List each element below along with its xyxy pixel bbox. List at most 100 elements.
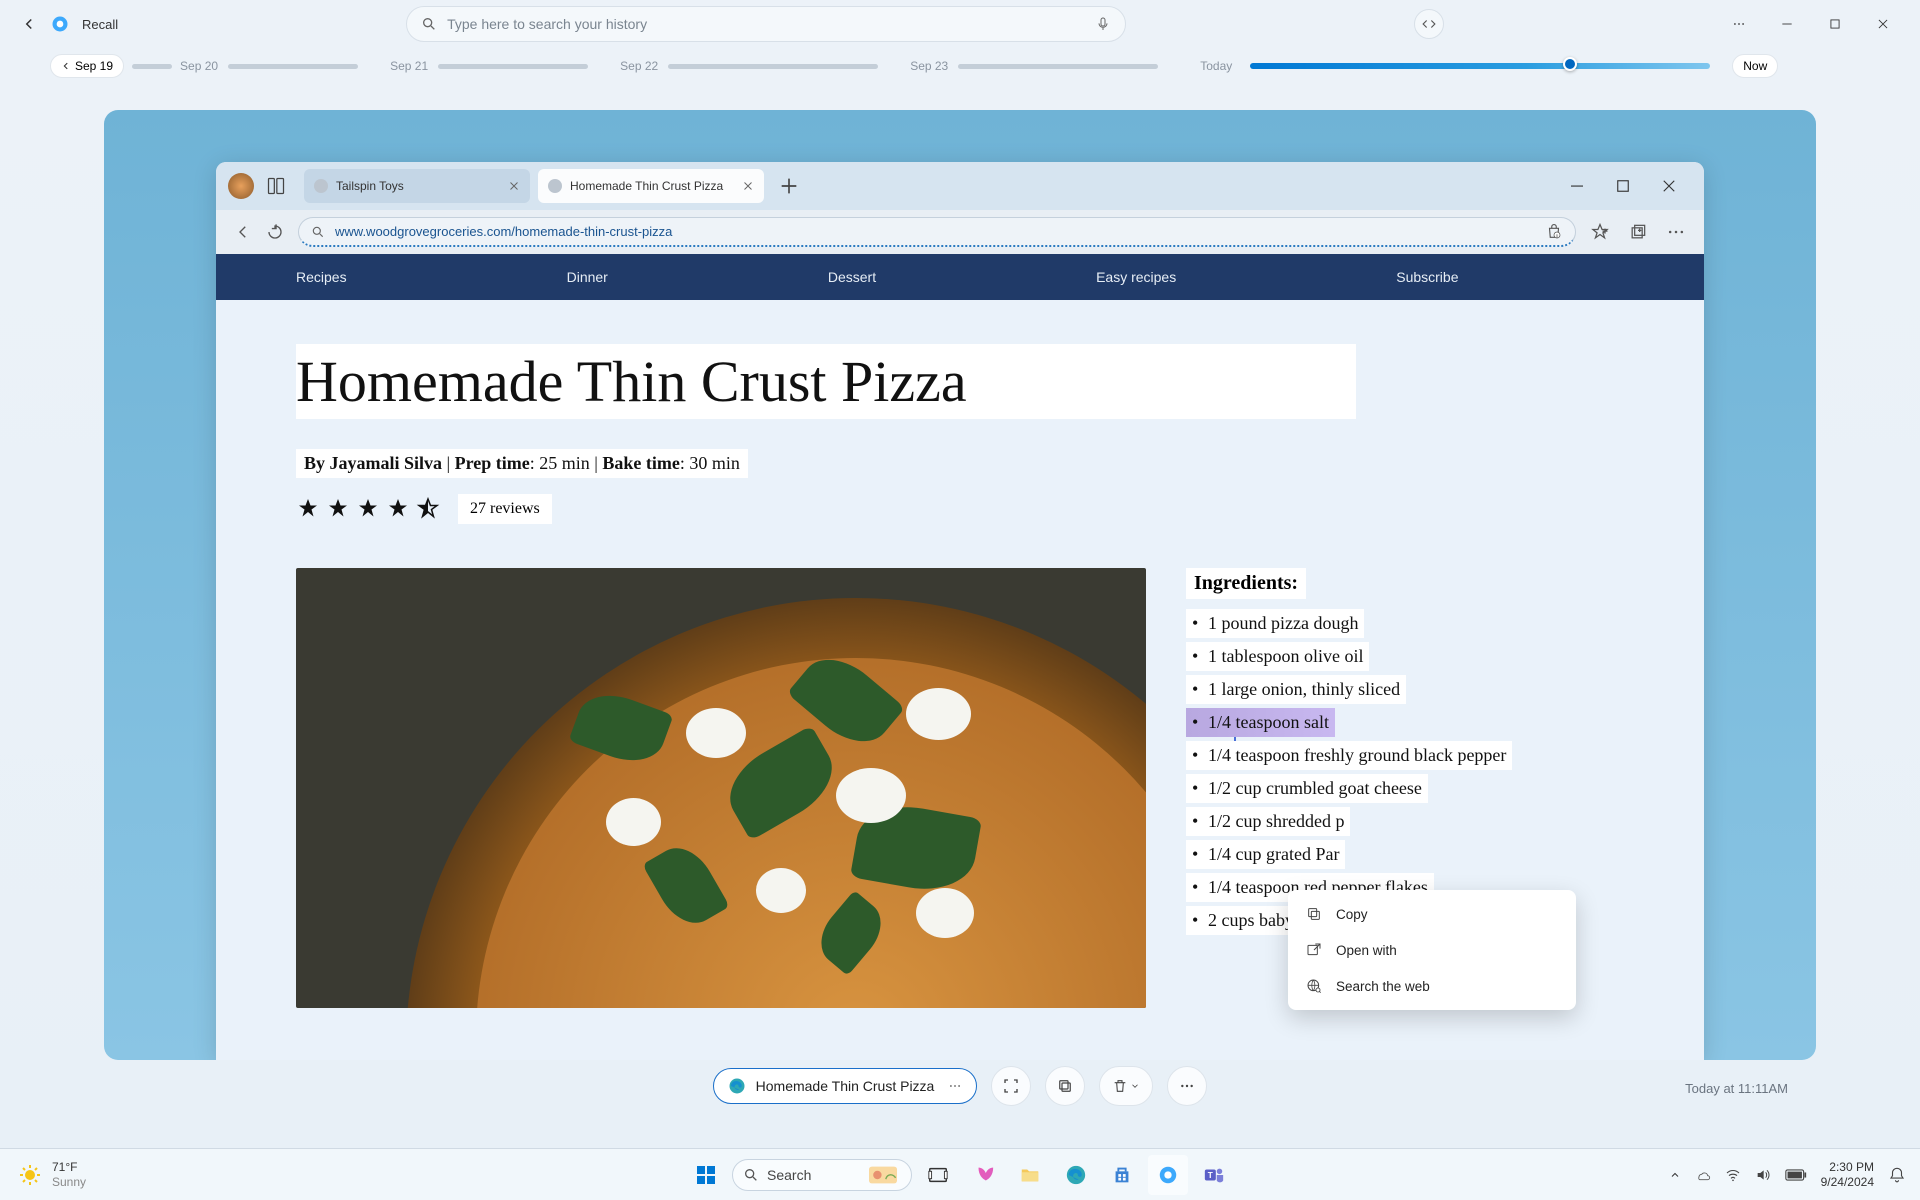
minimize-icon[interactable] [1780, 17, 1794, 31]
browser-menu-icon[interactable] [1666, 222, 1686, 242]
sun-icon [18, 1163, 42, 1187]
snapshot-timestamp: Today at 11:11AM [1685, 1081, 1788, 1096]
timeline-now-button[interactable]: Now [1732, 54, 1778, 78]
browser-refresh-icon[interactable] [266, 223, 284, 241]
store-icon [1111, 1164, 1133, 1186]
tab-favicon [548, 179, 562, 193]
workspaces-icon[interactable] [266, 176, 286, 196]
teams-button[interactable]: T [1194, 1155, 1234, 1195]
nav-link[interactable]: Dessert [828, 269, 876, 285]
taskbar-search[interactable]: Search [732, 1159, 912, 1191]
history-search-input[interactable] [447, 16, 1085, 32]
ingredient-item-selected[interactable]: 1/4 teaspoon salt [1186, 708, 1335, 737]
taskbar-search-label: Search [767, 1167, 811, 1183]
ingredient-item[interactable]: 1 large onion, thinly sliced [1186, 675, 1406, 704]
task-view-button[interactable] [918, 1155, 958, 1195]
page-title: Homemade Thin Crust Pizza [296, 348, 1344, 415]
snip-button[interactable] [991, 1066, 1031, 1106]
tab-close-icon[interactable] [508, 180, 520, 192]
browser-tab[interactable]: Tailspin Toys [304, 169, 530, 203]
author-prefix: By [304, 453, 330, 473]
review-count[interactable]: 27 reviews [458, 494, 552, 524]
wifi-icon[interactable] [1725, 1167, 1741, 1183]
open-with-icon [1306, 942, 1322, 958]
close-icon[interactable] [1876, 17, 1890, 31]
recall-icon [1157, 1164, 1179, 1186]
nav-link[interactable]: Subscribe [1396, 269, 1458, 285]
nav-link[interactable]: Easy recipes [1096, 269, 1176, 285]
star-half-icon [416, 497, 440, 521]
ingredient-item[interactable]: 1/4 teaspoon freshly ground black pepper [1186, 741, 1512, 770]
tab-title: Homemade Thin Crust Pizza [570, 179, 734, 193]
history-search[interactable] [406, 6, 1126, 42]
ctx-copy[interactable]: Copy [1294, 896, 1570, 932]
nav-link[interactable]: Recipes [296, 269, 347, 285]
delete-button[interactable] [1099, 1066, 1153, 1106]
timeline-day-label: Sep 21 [390, 59, 428, 73]
recall-taskbar-button[interactable] [1148, 1155, 1188, 1195]
explorer-button[interactable] [1010, 1155, 1050, 1195]
clock[interactable]: 2:30 PM 9/24/2024 [1821, 1160, 1874, 1189]
browser-close-icon[interactable] [1660, 177, 1678, 195]
more-button[interactable] [1167, 1066, 1207, 1106]
onedrive-icon[interactable] [1695, 1167, 1711, 1183]
timeline-bar[interactable] [438, 64, 588, 69]
ingredient-item[interactable]: 1 pound pizza dough [1186, 609, 1364, 638]
more-icon[interactable] [1732, 17, 1746, 31]
ctx-label: Copy [1336, 907, 1368, 922]
new-tab-icon[interactable] [778, 175, 800, 197]
address-bar[interactable]: www.woodgrovegroceries.com/homemade-thin… [298, 217, 1576, 247]
ctx-search-web[interactable]: Search the web [1294, 968, 1570, 1004]
ingredient-item[interactable]: 1/4 cup grated Par [1186, 840, 1345, 869]
copilot-button[interactable] [964, 1155, 1004, 1195]
notifications-icon[interactable] [1888, 1166, 1906, 1184]
timeline-bar[interactable] [228, 64, 358, 69]
tab-close-icon[interactable] [742, 180, 754, 192]
browser-maximize-icon[interactable] [1614, 177, 1632, 195]
start-button[interactable] [686, 1155, 726, 1195]
snapshot-app-pill[interactable]: Homemade Thin Crust Pizza [713, 1068, 978, 1104]
favorite-icon[interactable] [1590, 222, 1610, 242]
timeline-today-slider[interactable] [1250, 63, 1710, 69]
ingredient-item[interactable]: 1/2 cup crumbled goat cheese [1186, 774, 1428, 803]
browser-tab-active[interactable]: Homemade Thin Crust Pizza [538, 169, 764, 203]
timeline-bar[interactable] [132, 64, 172, 69]
edge-button[interactable] [1056, 1155, 1096, 1195]
back-icon[interactable] [20, 15, 38, 33]
mic-icon[interactable] [1095, 16, 1111, 32]
code-button[interactable] [1414, 9, 1444, 39]
star-icon [296, 497, 320, 521]
folder-icon [1019, 1164, 1041, 1186]
chevron-down-icon [1130, 1081, 1140, 1091]
star-rating[interactable] [296, 497, 440, 521]
shopping-icon[interactable]: 0 [1545, 223, 1563, 241]
recipe-meta: By Jayamali Silva | Prep time: 25 min | … [296, 449, 748, 478]
timeline-bar[interactable] [958, 64, 1158, 69]
profile-avatar[interactable] [228, 173, 254, 199]
tab-title: Tailspin Toys [336, 179, 500, 193]
store-button[interactable] [1102, 1155, 1142, 1195]
browser-back-icon[interactable] [234, 223, 252, 241]
chevron-up-icon[interactable] [1669, 1169, 1681, 1181]
volume-icon[interactable] [1755, 1167, 1771, 1183]
ingredient-item[interactable]: 1 tablespoon olive oil [1186, 642, 1369, 671]
copy-button[interactable] [1045, 1066, 1085, 1106]
timeline-day-label: Sep 23 [910, 59, 948, 73]
timeline-bar[interactable] [668, 64, 878, 69]
ingredient-item[interactable]: 1/2 cup shredded p [1186, 807, 1350, 836]
teams-icon: T [1203, 1164, 1225, 1186]
collections-icon[interactable] [1628, 222, 1648, 242]
timeline-back-pill[interactable]: Sep 19 [50, 54, 124, 78]
battery-icon[interactable] [1785, 1168, 1807, 1182]
more-icon[interactable] [948, 1079, 962, 1093]
maximize-icon[interactable] [1828, 17, 1842, 31]
nav-link[interactable]: Dinner [567, 269, 608, 285]
weather-widget[interactable]: 71°F Sunny [0, 1160, 86, 1189]
timeline[interactable]: Sep 19 Sep 20 Sep 21 Sep 22 Sep 23 Today… [0, 48, 1920, 90]
snapshot-app-label: Homemade Thin Crust Pizza [756, 1078, 935, 1094]
weather-temp: 71°F [52, 1160, 86, 1174]
timeline-thumb[interactable] [1563, 57, 1577, 71]
ctx-open-with[interactable]: Open with [1294, 932, 1570, 968]
browser-minimize-icon[interactable] [1568, 177, 1586, 195]
tab-favicon [314, 179, 328, 193]
